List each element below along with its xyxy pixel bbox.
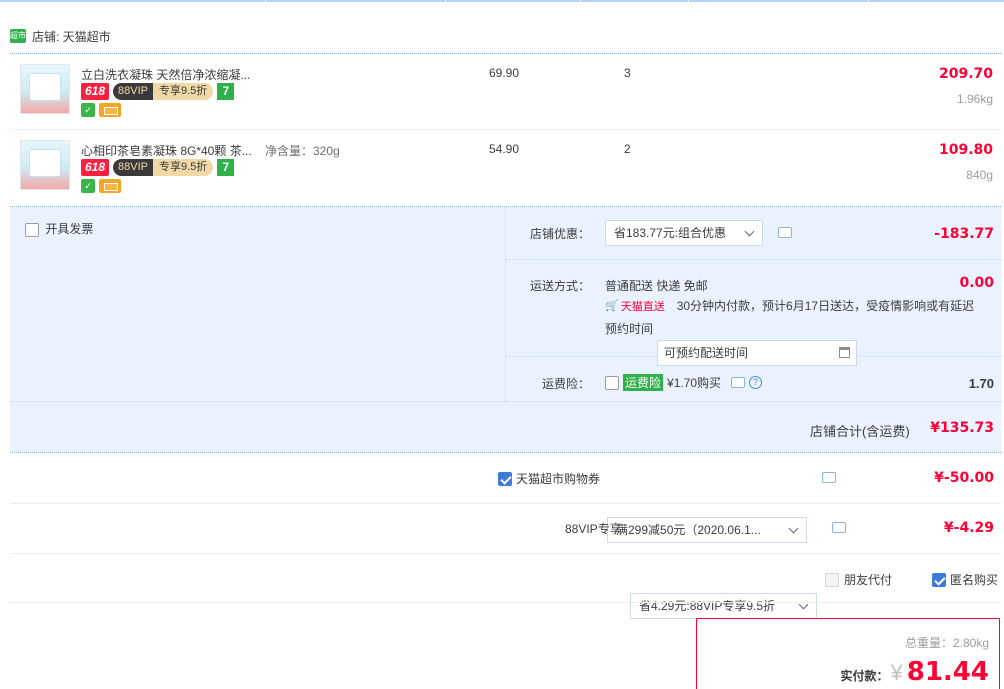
message-icon[interactable] <box>822 472 836 483</box>
delivery-method: 普通配送 快递 免邮 <box>605 279 708 293</box>
friend-pay-option[interactable]: 朋友代付 <box>825 571 892 588</box>
invoice-checkbox[interactable] <box>25 222 39 237</box>
friend-pay-label: 朋友代付 <box>844 573 893 587</box>
top-border <box>0 0 1004 2</box>
vip-label: 88VIP专享 <box>565 522 622 536</box>
product-title[interactable]: 心相印茶皂素凝珠 8G*40颗 茶... <box>81 142 261 159</box>
anonymous-label: 匿名购买 <box>950 573 999 587</box>
badge-88vip: 88VIP 专享9.5折 <box>113 159 214 176</box>
service-icons: ✓ <box>81 179 121 193</box>
delivery-amount: 0.00 <box>959 275 994 291</box>
shop-total-label: 店铺合计(含运费) <box>810 424 910 439</box>
coupon-label: 天猫超市购物券 <box>516 472 601 486</box>
product-thumbnail[interactable] <box>20 140 70 190</box>
tmall-direct-icon: 🛒 <box>605 300 619 312</box>
item-subtotal: 109.80 <box>938 142 993 158</box>
payable: 实付款： ¥ 81.44 <box>840 657 989 687</box>
shop-header: 超市 店铺: 天猫超市 <box>10 22 111 50</box>
message-icon[interactable] <box>778 227 792 238</box>
appointment-label: 预约时间 <box>605 322 654 336</box>
product-thumbnail[interactable] <box>20 64 70 114</box>
shop-discount-select[interactable]: 省183.77元:组合优惠 <box>605 220 763 246</box>
delivery-eta: 30分钟内付款，预计6月17日送达，受疫情影响或有延迟 <box>676 299 975 313</box>
delivery-label: 运送方式： <box>530 279 591 293</box>
shop-discount-amount: -183.77 <box>934 226 994 242</box>
calendar-icon <box>839 347 850 358</box>
total-weight: 总重量：2.80kg <box>904 636 989 650</box>
tmall-supermarket-icon: 超市 <box>10 29 26 43</box>
product-badges: 618 88VIP 专享9.5折 7 <box>81 159 235 176</box>
card-icon <box>99 103 121 117</box>
payable-label: 实付款： <box>840 669 889 683</box>
badge-618: 618 <box>81 83 110 100</box>
shop-total-amount: ¥135.73 <box>930 420 994 436</box>
coupon-amount: ¥-50.00 <box>934 470 994 486</box>
badge-7-day-return: 7 <box>217 159 235 176</box>
cart-item: 立白洗衣凝珠 天然倍净浓缩凝... 618 88VIP 专享9.5折 7 ✓ 6… <box>10 54 1001 130</box>
message-icon[interactable] <box>832 522 846 533</box>
vip-select[interactable]: 省4.29元:88VIP专享9.5折 <box>630 593 817 619</box>
product-title[interactable]: 立白洗衣凝珠 天然倍净浓缩凝... <box>81 66 261 83</box>
help-icon[interactable]: ? <box>749 376 763 389</box>
product-badges: 618 88VIP 专享9.5折 7 <box>81 83 235 100</box>
cart-item: 心相印茶皂素凝珠 8G*40颗 茶... 净含量：320g 618 88VIP … <box>10 130 1001 206</box>
payment-summary: 总重量：2.80kg 实付款： ¥ 81.44 <box>696 618 1000 689</box>
divider <box>10 401 1001 402</box>
service-icons: ✓ <box>81 103 121 117</box>
anonymous-checkbox[interactable] <box>932 572 946 587</box>
vip-amount: ¥-4.29 <box>943 520 994 536</box>
unit-price: 54.90 <box>489 142 520 156</box>
delivery-note: 🛒 天猫直送 30分钟内付款，预计6月17日送达，受疫情影响或有延迟 <box>605 297 974 314</box>
divider <box>10 503 1001 504</box>
insurance-label: 运费险： <box>542 377 591 391</box>
quantity: 2 <box>624 142 631 156</box>
unit-price: 69.90 <box>489 66 520 80</box>
payable-amount: 81.44 <box>906 657 989 687</box>
shop-discount-label: 店铺优惠： <box>530 227 591 241</box>
item-weight: 840g <box>966 168 993 182</box>
insurance-checkbox[interactable] <box>605 375 619 390</box>
item-weight: 1.96kg <box>956 92 993 106</box>
quantity: 3 <box>624 66 631 80</box>
divider <box>10 553 1001 554</box>
item-subtotal: 209.70 <box>938 66 993 82</box>
friend-pay-checkbox[interactable] <box>825 572 839 587</box>
badge-7-day-return: 7 <box>217 83 235 100</box>
insurance-amount: 1.70 <box>968 376 994 391</box>
product-sku: 净含量：320g <box>265 144 340 158</box>
guarantee-icon: ✓ <box>81 179 95 193</box>
divider <box>505 207 506 401</box>
divider <box>505 259 1001 260</box>
appointment-time-input[interactable]: 可预约配送时间 <box>657 340 857 366</box>
card-icon <box>99 179 121 193</box>
divider <box>10 452 1001 453</box>
message-icon[interactable] <box>731 377 746 388</box>
currency-symbol: ¥ <box>890 660 903 685</box>
shop-name[interactable]: 店铺: 天猫超市 <box>32 28 111 45</box>
badge-618: 618 <box>81 159 110 176</box>
divider <box>10 602 1001 603</box>
guarantee-icon: ✓ <box>81 103 95 117</box>
badge-88vip: 88VIP 专享9.5折 <box>113 83 214 100</box>
insurance-price: ¥1.70购买 <box>667 376 722 390</box>
coupon-select[interactable]: 满299减50元（2020.06.1... <box>607 517 807 543</box>
coupon-checkbox[interactable] <box>498 471 512 486</box>
tmall-direct-label: 天猫直送 <box>620 300 665 313</box>
insurance-tag: 运费险 <box>623 374 664 391</box>
insurance-option[interactable]: 运费险 ¥1.70购买 ? <box>605 374 763 391</box>
invoice-label: 开具发票 <box>45 222 94 236</box>
invoice-option[interactable]: 开具发票 <box>25 220 93 237</box>
coupon-option[interactable]: 天猫超市购物券 <box>498 470 600 487</box>
anonymous-option[interactable]: 匿名购买 <box>932 571 998 588</box>
